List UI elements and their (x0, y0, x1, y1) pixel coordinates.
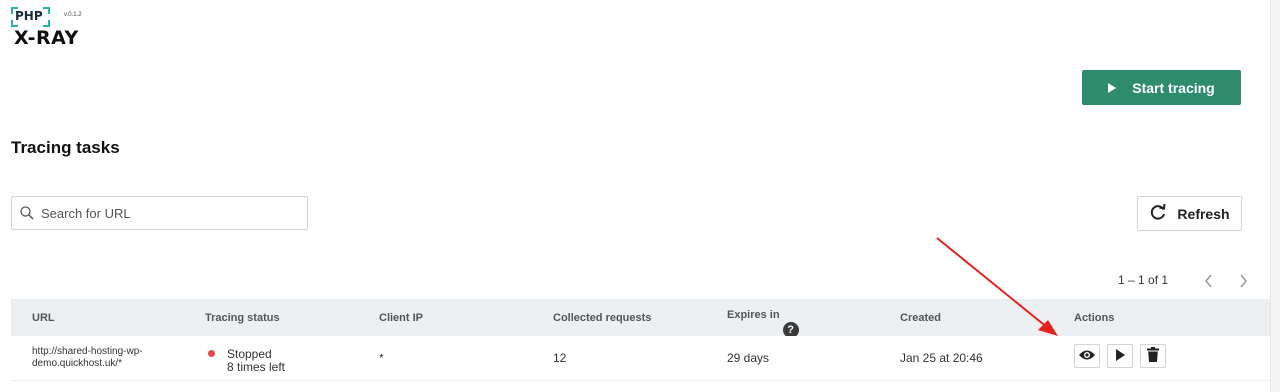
view-button[interactable] (1074, 344, 1100, 368)
collected-requests-cell: 12 (553, 351, 567, 365)
annotation-arrow (936, 237, 1058, 336)
col-client-ip: Client IP (379, 312, 424, 324)
col-tracing-status: Tracing status (205, 312, 280, 324)
start-tracing-label: Start tracing (1132, 79, 1215, 96)
url-cell: http://shared-hosting-wp- demo.quickhost… (32, 346, 143, 370)
delete-button[interactable] (1140, 344, 1166, 368)
logo-php: PHP (15, 9, 43, 23)
url-text-line: demo.quickhost.uk/* (32, 358, 123, 369)
eye-icon (1078, 349, 1096, 364)
status-dot (208, 350, 215, 357)
refresh-icon (1149, 203, 1167, 224)
refresh-button[interactable]: Refresh (1137, 196, 1242, 231)
status-cell: Stopped 8 times left (208, 348, 285, 374)
play-icon (1115, 348, 1125, 364)
refresh-label: Refresh (1177, 205, 1230, 222)
col-expires-in: Expires in ? (727, 309, 799, 338)
app-version: v.0.1.2 (64, 12, 82, 18)
url-text-line: http://shared-hosting-wp- (32, 346, 143, 357)
client-ip-cell: * (379, 351, 384, 365)
status-subtext: 8 times left (227, 360, 286, 374)
col-expires-in-label: Expires in (727, 309, 780, 321)
pagination-range: 1 – 1 of 1 (1118, 273, 1169, 287)
search-icon (20, 206, 34, 220)
table-row: http://shared-hosting-wp- demo.quickhost… (11, 336, 1270, 381)
col-actions: Actions (1074, 312, 1115, 324)
play-icon (1108, 82, 1117, 93)
col-collected-requests: Collected requests (553, 312, 652, 324)
col-url: URL (32, 312, 55, 324)
status-text: Stopped (227, 347, 272, 361)
trash-icon (1147, 347, 1159, 365)
created-cell: Jan 25 at 20:46 (900, 351, 983, 365)
prev-page-button[interactable] (1202, 272, 1216, 290)
expires-cell: 29 days (727, 351, 770, 365)
main-panel: PHP v.0.1.2 X-RAY Start tracing Tracing … (0, 0, 1271, 392)
start-tracing-button[interactable]: Start tracing (1082, 70, 1241, 105)
logo: PHP v.0.1.2 X-RAY (11, 7, 102, 49)
page-title: Tracing tasks (11, 138, 120, 157)
next-page-button[interactable] (1236, 272, 1250, 290)
search-box (11, 196, 308, 230)
run-button[interactable] (1107, 344, 1133, 368)
search-input[interactable] (39, 204, 293, 222)
table-header: URL Tracing status Client IP Collected r… (11, 299, 1270, 338)
logo-name: X-RAY (14, 27, 79, 49)
